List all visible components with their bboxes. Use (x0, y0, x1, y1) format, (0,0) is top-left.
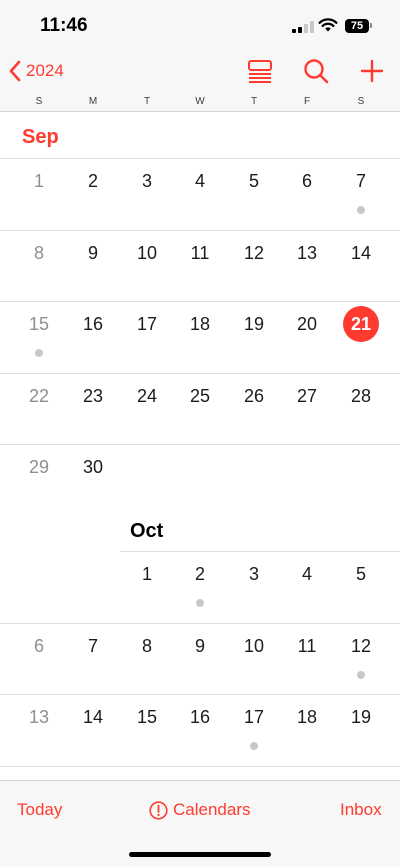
year-label: 2024 (26, 61, 64, 80)
weekday-thu: T (250, 96, 258, 107)
day-oct-6[interactable]: 6 (21, 628, 57, 664)
day-sep-16[interactable]: 16 (75, 306, 111, 342)
event-dot (196, 599, 204, 607)
day-oct-19[interactable]: 19 (343, 699, 379, 735)
day-sep-8[interactable]: 8 (21, 235, 57, 271)
day-sep-1[interactable]: 1 (21, 163, 57, 199)
day-sep-5[interactable]: 5 (236, 163, 272, 199)
day-sep-15[interactable]: 15 (21, 306, 57, 342)
month-header-oct: Oct (130, 520, 164, 542)
day-sep-26[interactable]: 26 (236, 378, 272, 414)
day-sep-22[interactable]: 22 (21, 378, 57, 414)
day-sep-9[interactable]: 9 (75, 235, 111, 271)
day-oct-7[interactable]: 7 (75, 628, 111, 664)
day-oct-18[interactable]: 18 (289, 699, 325, 735)
week-divider (0, 694, 400, 695)
home-indicator (129, 852, 271, 857)
weekday-tue: T (143, 96, 151, 107)
day-sep-6[interactable]: 6 (289, 163, 325, 199)
status-time: 11:46 (40, 15, 88, 36)
day-sep-30[interactable]: 30 (75, 449, 111, 485)
week-divider (0, 229, 400, 231)
calendars-label: Calendars (173, 800, 251, 819)
day-sep-28[interactable]: 28 (343, 378, 379, 414)
day-sep-13[interactable]: 13 (289, 235, 325, 271)
week-divider (0, 372, 400, 374)
header-divider (0, 111, 400, 112)
back-to-year-button[interactable]: 2024 (8, 58, 64, 84)
week-divider (0, 158, 400, 159)
day-oct-9[interactable]: 9 (182, 628, 218, 664)
day-oct-4[interactable]: 4 (289, 556, 325, 592)
cellular-signal-icon (292, 21, 314, 33)
day-oct-2[interactable]: 2 (182, 556, 218, 592)
today-button[interactable]: Today (17, 800, 62, 820)
event-dot (357, 206, 365, 214)
day-sep-27[interactable]: 27 (289, 378, 325, 414)
day-oct-5[interactable]: 5 (343, 556, 379, 592)
day-oct-11[interactable]: 11 (289, 628, 325, 664)
event-dot (250, 742, 258, 750)
status-bar: 11:46 75 (0, 0, 400, 50)
day-sep-17[interactable]: 17 (129, 306, 165, 342)
week-divider (0, 622, 400, 624)
week-divider (0, 301, 400, 302)
weekday-fri: F (303, 96, 311, 107)
day-sep-19[interactable]: 19 (236, 306, 272, 342)
day-sep-14[interactable]: 14 (343, 235, 379, 271)
day-sep-21[interactable]: 21 (343, 306, 379, 342)
day-sep-24[interactable]: 24 (129, 378, 165, 414)
header: 11:46 75 2024 S M T W T F S (0, 0, 400, 112)
weekday-header: S M T W T F S (0, 96, 400, 110)
day-oct-17[interactable]: 17 (236, 699, 272, 735)
day-sep-12[interactable]: 12 (236, 235, 272, 271)
day-sep-7[interactable]: 7 (343, 163, 379, 199)
day-oct-10[interactable]: 10 (236, 628, 272, 664)
battery-nub (370, 23, 372, 28)
day-sep-25[interactable]: 25 (182, 378, 218, 414)
weekday-sun: S (35, 96, 43, 107)
week-divider (0, 765, 400, 767)
day-sep-20[interactable]: 20 (289, 306, 325, 342)
weekday-mon: M (88, 96, 98, 107)
chevron-left-icon (9, 60, 21, 82)
alert-circle-icon (149, 800, 168, 820)
day-sep-29[interactable]: 29 (21, 449, 57, 485)
day-oct-12[interactable]: 12 (343, 628, 379, 664)
event-dot (357, 670, 365, 679)
calendars-button[interactable]: Calendars (149, 800, 251, 820)
weekday-sat: S (357, 96, 365, 107)
day-oct-15[interactable]: 15 (129, 699, 165, 735)
day-sep-2[interactable]: 2 (75, 163, 111, 199)
search-icon[interactable] (302, 57, 330, 85)
day-oct-3[interactable]: 3 (236, 556, 272, 592)
day-sep-11[interactable]: 11 (182, 235, 218, 271)
day-sep-3[interactable]: 3 (129, 163, 165, 199)
wifi-icon (318, 18, 338, 32)
day-oct-13[interactable]: 13 (21, 699, 57, 735)
day-sep-18[interactable]: 18 (182, 306, 218, 342)
day-oct-1[interactable]: 1 (129, 556, 165, 592)
day-oct-8[interactable]: 8 (129, 628, 165, 664)
day-sep-23[interactable]: 23 (75, 378, 111, 414)
event-dot (35, 349, 43, 357)
day-oct-16[interactable]: 16 (182, 699, 218, 735)
weekday-wed: W (195, 96, 205, 107)
week-divider (0, 444, 120, 445)
list-view-icon[interactable] (246, 57, 274, 85)
battery-icon: 75 (345, 19, 369, 33)
day-sep-4[interactable]: 4 (182, 163, 218, 199)
week-divider (120, 551, 400, 552)
day-sep-10[interactable]: 10 (129, 235, 165, 271)
inbox-button[interactable]: Inbox (340, 800, 382, 820)
day-oct-14[interactable]: 14 (75, 699, 111, 735)
month-header-sep: Sep (22, 126, 59, 148)
add-event-icon[interactable] (358, 57, 386, 85)
